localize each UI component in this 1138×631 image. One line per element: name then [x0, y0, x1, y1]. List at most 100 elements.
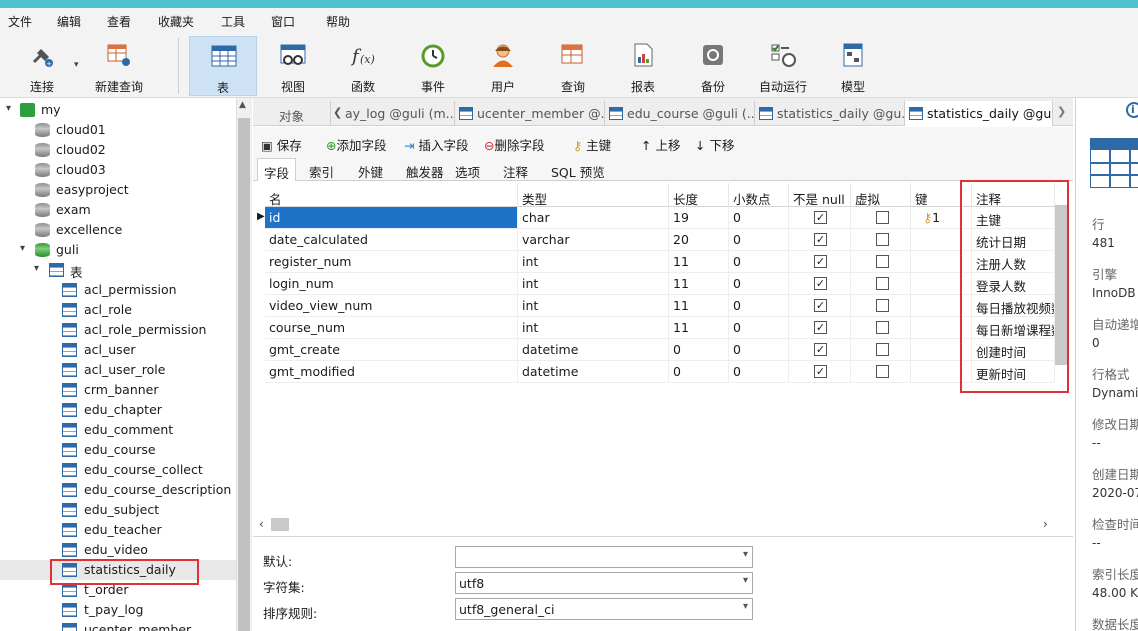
cell-length[interactable]: 11: [669, 273, 729, 295]
subtab-fields[interactable]: 字段: [257, 158, 297, 181]
cell-name[interactable]: login_num: [265, 273, 518, 295]
cell-name[interactable]: register_num: [265, 251, 518, 273]
not-null-checkbox-cell[interactable]: ✓: [789, 295, 851, 317]
tab-objects[interactable]: 对象: [253, 101, 331, 126]
checkbox[interactable]: [876, 277, 889, 290]
scroll-up-icon[interactable]: ▲: [239, 100, 246, 110]
tree-table[interactable]: edu_course_description: [0, 480, 236, 500]
checkbox[interactable]: [876, 255, 889, 268]
tree-database[interactable]: excellence: [0, 220, 236, 240]
checkbox[interactable]: ✓: [814, 365, 827, 378]
collation-select[interactable]: utf8_general_ci ▾: [455, 598, 753, 620]
not-null-checkbox-cell[interactable]: ✓: [789, 251, 851, 273]
user-tool-button[interactable]: 用户: [469, 36, 537, 96]
new-query-button[interactable]: 新建查询: [85, 36, 153, 96]
scroll-left-icon[interactable]: ‹: [259, 517, 264, 531]
tree-table[interactable]: acl_user_role: [0, 360, 236, 380]
tree-table[interactable]: edu_video: [0, 540, 236, 560]
column-header[interactable]: 名: [265, 183, 518, 207]
virtual-checkbox-cell[interactable]: [851, 317, 911, 339]
not-null-checkbox-cell[interactable]: ✓: [789, 229, 851, 251]
checkbox[interactable]: ✓: [814, 343, 827, 356]
tree-table[interactable]: edu_subject: [0, 500, 236, 520]
cell-type[interactable]: varchar: [518, 229, 669, 251]
checkbox[interactable]: [876, 233, 889, 246]
view-tool-button[interactable]: 视图: [259, 36, 327, 96]
tree-table[interactable]: edu_teacher: [0, 520, 236, 540]
cell-type[interactable]: datetime: [518, 339, 669, 361]
not-null-checkbox-cell[interactable]: ✓: [789, 339, 851, 361]
checkbox[interactable]: [876, 365, 889, 378]
cell-length[interactable]: 0: [669, 361, 729, 383]
virtual-checkbox-cell[interactable]: [851, 361, 911, 383]
move-down-button[interactable]: ↓ 下移: [695, 135, 734, 154]
virtual-checkbox-cell[interactable]: [851, 207, 911, 229]
tab-edu-course[interactable]: edu_course @guli (...: [605, 101, 755, 126]
not-null-checkbox-cell[interactable]: ✓: [789, 317, 851, 339]
virtual-checkbox-cell[interactable]: [851, 273, 911, 295]
tree-table[interactable]: acl_user: [0, 340, 236, 360]
checkbox[interactable]: [876, 321, 889, 334]
menu-file[interactable]: 文件: [8, 13, 32, 30]
tree-database-open[interactable]: ▾ guli: [0, 240, 236, 260]
checkbox[interactable]: ✓: [814, 299, 827, 312]
tree-scrollbar-thumb[interactable]: [238, 118, 250, 631]
column-header[interactable]: 小数点: [729, 183, 789, 207]
cell-name[interactable]: gmt_modified: [265, 361, 518, 383]
menu-view[interactable]: 查看: [107, 13, 131, 30]
insert-field-button[interactable]: ⇥ 插入字段: [404, 135, 468, 154]
tree-database[interactable]: cloud01: [0, 120, 236, 140]
move-up-button[interactable]: ↑ 上移: [641, 135, 680, 154]
virtual-checkbox-cell[interactable]: [851, 251, 911, 273]
cell-name[interactable]: id: [265, 207, 518, 229]
tree-table[interactable]: edu_comment: [0, 420, 236, 440]
hscroll-thumb[interactable]: [271, 518, 289, 531]
cell-length[interactable]: 11: [669, 317, 729, 339]
cell-length[interactable]: 19: [669, 207, 729, 229]
cell-length[interactable]: 11: [669, 295, 729, 317]
checkbox[interactable]: ✓: [814, 321, 827, 334]
cell-name[interactable]: video_view_num: [265, 295, 518, 317]
cell-name[interactable]: date_calculated: [265, 229, 518, 251]
cell-type[interactable]: datetime: [518, 361, 669, 383]
model-tool-button[interactable]: 模型: [819, 36, 887, 96]
tree-table[interactable]: acl_permission: [0, 280, 236, 300]
not-null-checkbox-cell[interactable]: ✓: [789, 207, 851, 229]
tree-table[interactable]: edu_course: [0, 440, 236, 460]
tree-table[interactable]: edu_chapter: [0, 400, 236, 420]
cell-type[interactable]: int: [518, 295, 669, 317]
virtual-checkbox-cell[interactable]: [851, 339, 911, 361]
connect-button[interactable]: + 连接: [8, 36, 76, 96]
cell-name[interactable]: course_num: [265, 317, 518, 339]
cell-decimal[interactable]: 0: [729, 339, 789, 361]
primary-key-button[interactable]: ⚷ 主键: [573, 135, 611, 154]
cell-length[interactable]: 11: [669, 251, 729, 273]
cell-decimal[interactable]: 0: [729, 229, 789, 251]
tree-table[interactable]: edu_course_collect: [0, 460, 236, 480]
tab-scroll-left-icon[interactable]: ❮: [333, 106, 342, 119]
checkbox[interactable]: [876, 343, 889, 356]
subtab-triggers[interactable]: 触发器: [400, 158, 450, 181]
backup-tool-button[interactable]: 备份: [679, 36, 747, 96]
grid-horizontal-scrollbar[interactable]: ‹ ›: [255, 516, 1055, 534]
charset-select[interactable]: utf8 ▾: [455, 572, 753, 594]
info-icon[interactable]: i: [1126, 102, 1138, 118]
tree-table[interactable]: t_pay_log: [0, 600, 236, 620]
cell-type[interactable]: int: [518, 251, 669, 273]
tree-tables-folder[interactable]: ▾ 表: [0, 260, 236, 280]
virtual-checkbox-cell[interactable]: [851, 295, 911, 317]
scroll-right-icon[interactable]: ›: [1043, 517, 1048, 531]
report-tool-button[interactable]: 报表: [609, 36, 677, 96]
checkbox[interactable]: ✓: [814, 255, 827, 268]
tree-table[interactable]: crm_banner: [0, 380, 236, 400]
tab-statistics-daily[interactable]: statistics_daily @gu...: [755, 101, 905, 126]
event-tool-button[interactable]: 事件: [399, 36, 467, 96]
subtab-options[interactable]: 选项: [449, 158, 486, 181]
table-tool-button[interactable]: 表: [189, 36, 257, 96]
not-null-checkbox-cell[interactable]: ✓: [789, 273, 851, 295]
cell-name[interactable]: gmt_create: [265, 339, 518, 361]
column-header[interactable]: 不是 null: [789, 183, 851, 207]
cell-type[interactable]: int: [518, 317, 669, 339]
tab-scroll-right-icon[interactable]: ❯: [1057, 105, 1066, 118]
cell-decimal[interactable]: 0: [729, 251, 789, 273]
